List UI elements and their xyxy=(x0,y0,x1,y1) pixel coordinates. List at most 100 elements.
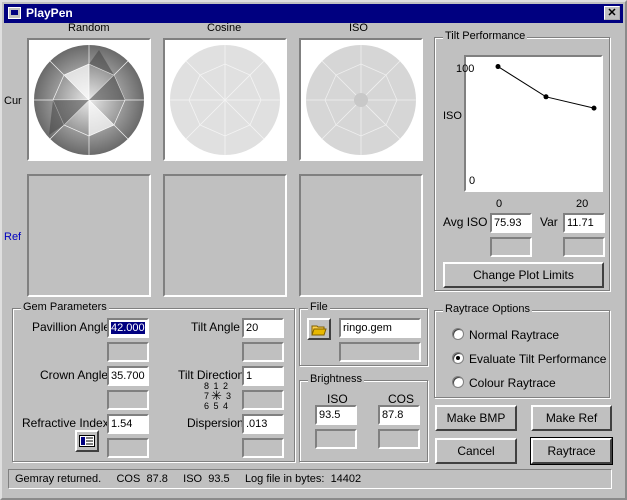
status-cos-value: 87.8 xyxy=(146,473,168,485)
column-random-label: Random xyxy=(68,22,110,34)
make-bmp-button[interactable]: Make BMP xyxy=(435,405,517,431)
var-field: 11.71 xyxy=(563,213,605,233)
dispersion-label: Dispersion xyxy=(187,416,244,430)
brightness-iso-label: ISO xyxy=(327,392,348,406)
title-bar[interactable]: PlayPen ✕ xyxy=(4,4,623,23)
brightness-cos-label: COS xyxy=(388,392,415,406)
colour-raytrace-radio[interactable] xyxy=(452,376,464,388)
column-cosine-label: Cosine xyxy=(207,22,242,34)
status-cos-label: COS xyxy=(116,473,141,485)
normal-raytrace-label[interactable]: Normal Raytrace xyxy=(469,328,559,342)
chart-ylabel: ISO xyxy=(443,110,462,122)
tilt-chart xyxy=(495,64,597,111)
raytrace-options-legend: Raytrace Options xyxy=(443,303,532,315)
crown-angle-label: Crown Angle xyxy=(40,368,109,382)
colour-raytrace-label[interactable]: Colour Raytrace xyxy=(469,376,556,390)
open-file-button[interactable] xyxy=(307,318,331,340)
compass-right-digit: 3 xyxy=(226,391,232,401)
tilt-angle-input[interactable]: 20 xyxy=(242,318,284,338)
refractive-index-blank-box xyxy=(107,438,149,458)
tilt-data-point xyxy=(591,105,597,111)
tilt-chart-area xyxy=(464,55,603,192)
row-ref-label: Ref xyxy=(4,231,22,243)
ref-random-image xyxy=(27,174,151,297)
pavilion-angle-label: Pavillion Angle xyxy=(32,320,111,334)
pavilion-angle-value: 42.000 xyxy=(111,322,145,334)
status-log-label: Log file in bytes: xyxy=(244,473,325,485)
status-gemray: Gemray returned. xyxy=(15,473,102,485)
make-ref-button[interactable]: Make Ref xyxy=(531,405,612,431)
status-bar: Gemray returned. COS 87.8 ISO 93.5 Log f… xyxy=(8,469,612,489)
filename-input[interactable]: ringo.gem xyxy=(339,318,421,338)
chart-xtick-right: 20 xyxy=(576,198,589,210)
tilt-direction-value: 1 xyxy=(246,370,253,382)
status-log-value: 14402 xyxy=(330,473,362,485)
status-iso-label: ISO xyxy=(183,473,203,485)
pavilion-angle-blank-box xyxy=(107,342,149,362)
var-blank-box xyxy=(563,237,605,257)
evaluate-tilt-label[interactable]: Evaluate Tilt Performance xyxy=(469,352,606,366)
column-iso-label: ISO xyxy=(349,22,368,34)
crown-angle-value: 35.700 xyxy=(111,370,145,382)
cur-iso-image xyxy=(299,38,423,161)
tilt-series-line xyxy=(497,66,595,109)
close-button[interactable]: ✕ xyxy=(604,6,620,20)
avg-iso-label: Avg ISO xyxy=(443,215,488,229)
open-folder-icon xyxy=(311,325,327,336)
brightness-cos-value: 87.8 xyxy=(382,409,404,421)
tilt-angle-label: Tilt Angle xyxy=(191,320,240,334)
avg-iso-value: 75.93 xyxy=(494,217,522,229)
cancel-button[interactable]: Cancel xyxy=(435,438,517,464)
avg-iso-field: 75.93 xyxy=(490,213,532,233)
cur-random-image xyxy=(27,38,151,161)
var-label: Var xyxy=(540,215,558,229)
gem-parameters-legend: Gem Parameters xyxy=(21,301,109,313)
var-value: 11.71 xyxy=(567,217,594,229)
compass-left-digit: 7 xyxy=(204,391,210,401)
crown-angle-input[interactable]: 35.700 xyxy=(107,366,149,386)
ref-cosine-image xyxy=(163,174,287,297)
dispersion-value: .013 xyxy=(246,418,268,430)
tilt-data-point xyxy=(495,64,501,70)
pavilion-angle-input[interactable]: 42.000 xyxy=(107,318,149,338)
evaluate-tilt-radio[interactable] xyxy=(452,352,464,364)
tilt-performance-legend: Tilt Performance xyxy=(443,30,528,42)
tilt-angle-blank-box xyxy=(242,342,284,362)
table-list-icon xyxy=(79,435,95,447)
tilt-direction-label: Tilt Direction xyxy=(178,368,245,382)
row-cur-label: Cur xyxy=(4,95,22,107)
change-plot-limits-button[interactable]: Change Plot Limits xyxy=(443,262,604,288)
brightness-iso-blank-box xyxy=(315,429,357,449)
chart-ytick-top: 100 xyxy=(456,63,475,75)
chart-ytick-bottom: 0 xyxy=(469,175,476,187)
file-legend: File xyxy=(308,301,330,313)
chart-xtick-left: 0 xyxy=(496,198,503,210)
dispersion-input[interactable]: .013 xyxy=(242,414,284,434)
brightness-iso-value: 93.5 xyxy=(319,409,341,421)
refractive-index-table-button[interactable] xyxy=(75,430,99,452)
brightness-legend: Brightness xyxy=(308,373,364,385)
window-title: PlayPen xyxy=(26,6,73,20)
brightness-cos-blank-box xyxy=(378,429,420,449)
refractive-index-value: 1.54 xyxy=(111,418,133,430)
tilt-direction-blank-box xyxy=(242,390,284,410)
avg-iso-blank-box xyxy=(490,237,532,257)
normal-raytrace-radio[interactable] xyxy=(452,328,464,340)
tilt-data-point xyxy=(543,94,549,100)
brightness-iso-field: 93.5 xyxy=(315,405,357,425)
status-iso-value: 93.5 xyxy=(208,473,230,485)
ref-iso-image xyxy=(299,174,423,297)
raytrace-button[interactable]: Raytrace xyxy=(530,437,613,465)
dispersion-blank-box xyxy=(242,438,284,458)
tilt-angle-value: 20 xyxy=(246,322,259,334)
compass-row-bottom: 6 5 4 xyxy=(204,401,230,411)
refractive-index-input[interactable]: 1.54 xyxy=(107,414,149,434)
filename-value: ringo.gem xyxy=(343,322,392,334)
app-window-icon xyxy=(8,7,21,19)
filename-blank-box xyxy=(339,342,421,362)
brightness-cos-field: 87.8 xyxy=(378,405,420,425)
cur-cosine-image xyxy=(163,38,287,161)
tilt-direction-input[interactable]: 1 xyxy=(242,366,284,386)
crown-angle-blank-box xyxy=(107,390,149,410)
refractive-index-label: Refractive Index xyxy=(22,416,109,430)
